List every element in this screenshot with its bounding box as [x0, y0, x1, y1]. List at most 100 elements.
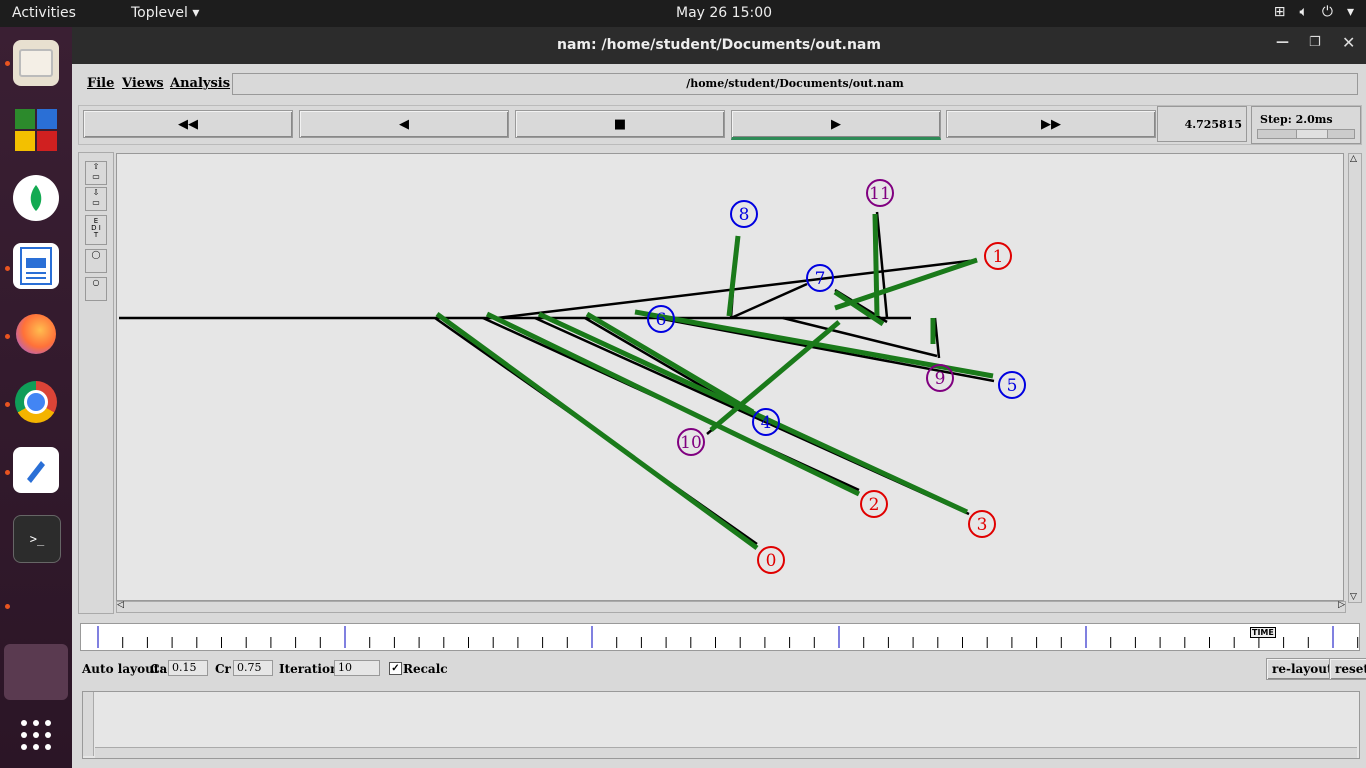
circle-small-icon[interactable]: ○ — [85, 277, 107, 301]
app-menu[interactable]: Toplevel ▾ — [131, 5, 199, 21]
text-editor-icon[interactable] — [13, 447, 59, 493]
cr-input[interactable]: 0.75 — [233, 660, 273, 676]
volume-icon[interactable]: 🔈︎ — [1299, 4, 1307, 20]
zoom-out-icon[interactable]: ⇩ ▭ — [85, 187, 107, 211]
menu-views[interactable]: Views — [122, 76, 164, 91]
packet-streams — [435, 213, 994, 551]
link — [496, 258, 978, 320]
scroll-up-icon[interactable]: △ — [1350, 154, 1357, 164]
power-icon[interactable]: ⏻ — [1322, 4, 1333, 20]
step-label: Step: 2.0ms — [1260, 113, 1333, 126]
network-node[interactable]: 10 — [677, 428, 705, 456]
node-label: 5 — [1007, 376, 1018, 396]
window-titlebar[interactable]: nam: /home/student/Documents/out.nam — ❐… — [72, 27, 1366, 64]
links — [119, 211, 995, 546]
packet-stream — [726, 235, 741, 317]
menu-analysis[interactable]: Analysis — [170, 76, 230, 91]
slider-thumb[interactable] — [1296, 130, 1328, 138]
file-path-display: /home/student/Documents/out.nam — [232, 73, 1358, 95]
menu-file[interactable]: File — [87, 76, 114, 91]
time-display: 4.725815 — [1157, 106, 1247, 142]
node-label: 0 — [766, 551, 777, 571]
network-node[interactable]: 0 — [757, 546, 785, 574]
node-label: 4 — [761, 413, 772, 433]
topology-svg[interactable]: 0 1 2 3 4 5 6 7 8 9 10 11 — [117, 154, 1343, 600]
timeline-ticks[interactable] — [81, 624, 1359, 650]
play-button[interactable]: ▶ — [731, 110, 941, 140]
running-indicator — [5, 61, 10, 66]
network-canvas[interactable]: 0 1 2 3 4 5 6 7 8 9 10 11 — [116, 153, 1344, 601]
ca-input[interactable]: 0.15 — [168, 660, 208, 676]
horizontal-scrollbar[interactable]: ◁ ▷ — [116, 600, 1346, 613]
node-label: 7 — [815, 269, 826, 289]
horizontal-scrollbar[interactable] — [95, 747, 1357, 758]
vertical-scrollbar[interactable] — [83, 692, 94, 756]
recalc-checkbox[interactable]: ✓ — [389, 662, 402, 675]
mongodb-compass-icon[interactable] — [13, 175, 59, 221]
fast-forward-button[interactable]: ▶▶ — [946, 110, 1156, 138]
software-center-icon[interactable] — [13, 107, 59, 153]
playback-controls: ◀◀ ◀ ■ ▶ ▶▶ 4.725815 Step: 2.0ms — [78, 105, 1362, 145]
nam-window: nam: /home/student/Documents/out.nam — ❐… — [72, 27, 1366, 768]
system-tray[interactable]: ⊞ 🔈︎ ⏻ ▾ — [1274, 4, 1354, 20]
terminal-icon[interactable]: >_ — [13, 515, 61, 563]
time-marker[interactable]: TIME — [1250, 627, 1276, 638]
scroll-right-icon[interactable]: ▷ — [1338, 600, 1345, 610]
packet-stream — [537, 311, 969, 515]
node-label: 11 — [869, 184, 891, 204]
node-label: 2 — [869, 495, 880, 515]
minimize-icon[interactable]: — — [1276, 35, 1289, 50]
firefox-icon[interactable] — [13, 311, 59, 357]
stop-button[interactable]: ■ — [515, 110, 725, 138]
network-node[interactable]: 8 — [730, 200, 758, 228]
libreoffice-writer-icon[interactable] — [13, 243, 59, 289]
node-label: 8 — [739, 205, 750, 225]
recalc-label: Recalc — [403, 662, 448, 676]
relayout-button[interactable]: re-layout — [1266, 658, 1339, 680]
reset-button[interactable]: reset — [1329, 658, 1366, 680]
edit-button[interactable]: E D I T — [85, 215, 107, 245]
annotation-panel[interactable] — [82, 691, 1360, 759]
iterations-input[interactable]: 10 — [334, 660, 380, 676]
chrome-icon[interactable] — [13, 379, 59, 425]
running-indicator — [5, 604, 10, 609]
node-label: 1 — [993, 247, 1004, 267]
step-slider[interactable] — [1257, 129, 1355, 139]
activities-button[interactable]: Activities — [12, 5, 76, 21]
scroll-down-icon[interactable]: ▽ — [1350, 592, 1357, 602]
network-node[interactable]: 5 — [998, 371, 1026, 399]
tool-panel: ⇧ ▭ ⇩ ▭ E D I T ◯ ○ — [78, 152, 114, 614]
ca-label: Ca — [150, 662, 168, 676]
window-title: nam: /home/student/Documents/out.nam — [557, 37, 881, 53]
auto-layout-bar: Auto layout: Ca 0.15 Cr 0.75 Iterations … — [80, 658, 1366, 680]
zoom-in-icon[interactable]: ⇧ ▭ — [85, 161, 107, 185]
system-top-bar: Activities Toplevel ▾ May 26 15:00 ⊞ 🔈︎ … — [0, 0, 1366, 27]
scroll-left-icon[interactable]: ◁ — [117, 600, 124, 610]
node-label: 10 — [680, 433, 702, 453]
node-label: 9 — [935, 369, 946, 389]
running-indicator — [5, 402, 10, 407]
step-back-button[interactable]: ◀ — [299, 110, 509, 138]
edit-label: E D I T — [91, 217, 101, 239]
circle-large-icon[interactable]: ◯ — [85, 249, 107, 273]
network-node[interactable]: 9 — [926, 364, 954, 392]
network-node[interactable]: 2 — [860, 490, 888, 518]
show-applications-icon[interactable] — [13, 712, 59, 758]
vertical-scrollbar[interactable]: △ ▽ — [1348, 153, 1362, 603]
network-node[interactable]: 1 — [984, 242, 1012, 270]
close-icon[interactable]: ✕ — [1342, 33, 1355, 52]
menu-bar: File Views Analysis /home/student/Docume… — [78, 71, 1360, 97]
rewind-button[interactable]: ◀◀ — [83, 110, 293, 138]
cr-label: Cr — [215, 662, 231, 676]
files-icon[interactable] — [13, 40, 59, 86]
clock[interactable]: May 26 15:00 — [676, 5, 772, 21]
running-indicator — [5, 266, 10, 271]
time-slider[interactable]: TIME — [80, 623, 1360, 651]
step-control: Step: 2.0ms — [1251, 106, 1361, 144]
network-node[interactable]: 11 — [866, 179, 894, 207]
maximize-icon[interactable]: ❐ — [1309, 35, 1321, 50]
network-node[interactable]: 3 — [968, 510, 996, 538]
chevron-down-icon[interactable]: ▾ — [1347, 4, 1354, 20]
active-app-highlight[interactable] — [4, 644, 68, 700]
network-icon[interactable]: ⊞ — [1274, 4, 1286, 20]
